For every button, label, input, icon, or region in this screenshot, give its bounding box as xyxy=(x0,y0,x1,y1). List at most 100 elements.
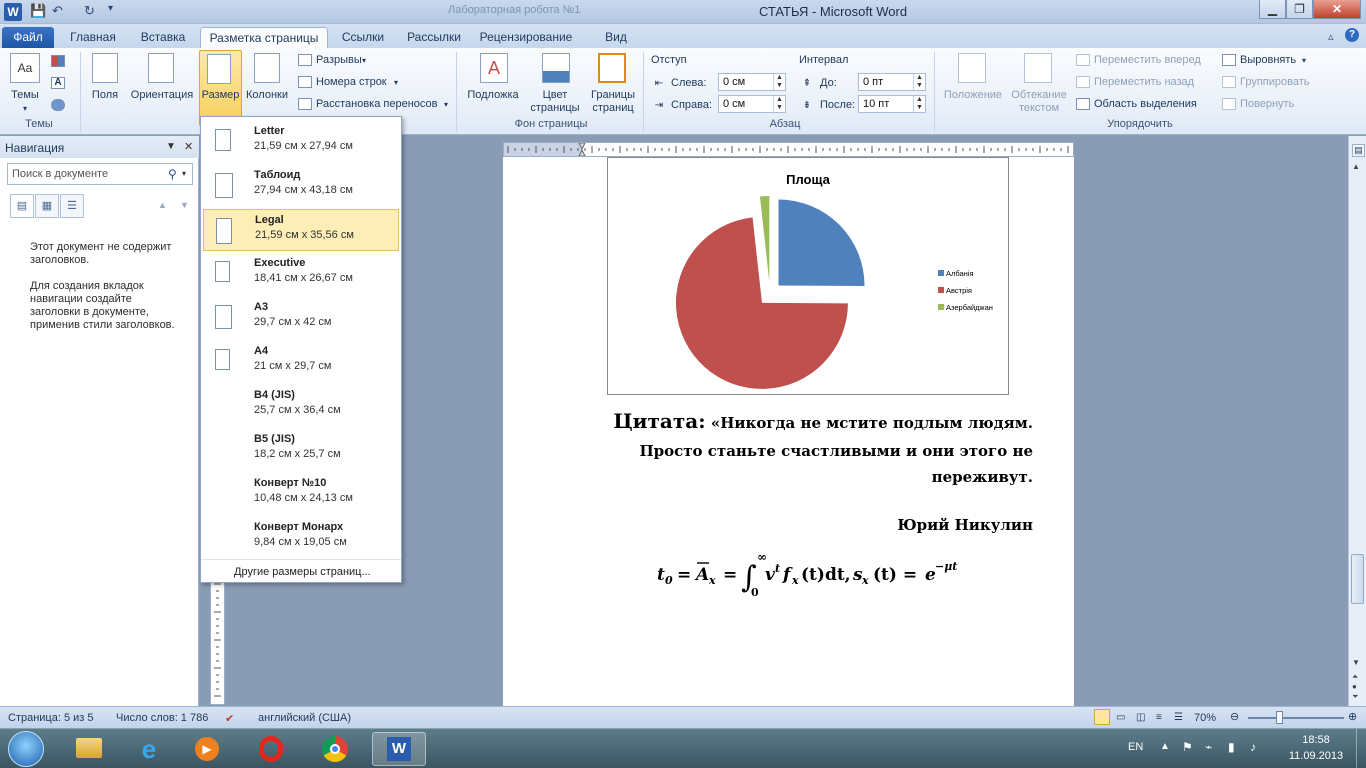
scroll-down-icon[interactable]: ▼ xyxy=(1352,658,1360,667)
tab-insert[interactable]: Вставка xyxy=(132,27,194,48)
zoom-out-icon[interactable]: ⊖ xyxy=(1230,710,1239,723)
customize-qat-icon[interactable]: ▾ xyxy=(108,3,113,21)
horizontal-ruler[interactable] xyxy=(503,142,1074,157)
next-heading-icon[interactable]: ▼ xyxy=(180,200,189,210)
network-icon[interactable]: ▮ xyxy=(1228,740,1235,754)
clock-time[interactable]: 18:58 xyxy=(1290,734,1342,746)
margins-button[interactable]: Поля xyxy=(84,89,126,102)
scroll-up-icon[interactable]: ▲ xyxy=(1352,162,1360,171)
selection-pane-icon[interactable] xyxy=(1076,98,1090,110)
tab-file[interactable]: Файл xyxy=(2,27,54,48)
minimize-button[interactable]: ▁ xyxy=(1259,0,1286,19)
tab-review[interactable]: Рецензирование xyxy=(476,27,576,48)
explorer-taskbar-icon[interactable] xyxy=(62,732,116,766)
proofing-icon[interactable]: ✔ xyxy=(225,712,234,725)
pie-slice[interactable] xyxy=(759,196,770,283)
usb-device-icon[interactable]: ⌁ xyxy=(1205,740,1212,754)
spinner-arrows-icon[interactable]: ▲ ▼ xyxy=(913,96,925,112)
print-layout-icon[interactable] xyxy=(1094,709,1110,725)
pages-tab-icon[interactable]: ▦ xyxy=(35,194,59,218)
formula[interactable]: t0 = Ax = ∫ ∞ 0 vt fx (t)dt, sx (t) = e … xyxy=(653,543,973,601)
breaks-button[interactable]: Разрывы xyxy=(316,54,362,67)
spinner-arrows-icon[interactable]: ▲ ▼ xyxy=(913,74,925,90)
search-input[interactable]: Поиск в документе xyxy=(7,163,193,185)
hyphenation-dropdown-icon[interactable]: ▾ xyxy=(444,98,448,111)
help-icon[interactable]: ? xyxy=(1345,28,1359,42)
columns-button[interactable]: Колонки xyxy=(242,89,292,102)
selection-pane-button[interactable]: Область выделения xyxy=(1094,98,1197,111)
page-borders-button-line1[interactable]: Границы xyxy=(586,89,640,102)
quote-line-1[interactable]: Цитата: «Никогда не мстите подлым людям. xyxy=(603,409,1033,433)
page-size-item[interactable]: Executive 18,41 см x 26,67 см xyxy=(203,253,399,295)
search-icon[interactable]: ⚲ xyxy=(168,167,177,181)
hyphenation-button[interactable]: Расстановка переносов xyxy=(316,98,437,111)
page-size-item[interactable]: Legal 21,59 см x 35,56 см xyxy=(203,209,399,251)
media-player-taskbar-icon[interactable]: ▶ xyxy=(180,732,234,766)
tab-references[interactable]: Ссылки xyxy=(334,27,392,48)
page-size-item[interactable]: A3 29,7 см x 42 см xyxy=(203,297,399,339)
full-screen-icon[interactable]: ▭ xyxy=(1116,712,1125,723)
tab-home[interactable]: Главная xyxy=(62,27,124,48)
word-logo-icon[interactable]: W xyxy=(4,3,22,21)
line-numbers-button[interactable]: Номера строк xyxy=(316,76,387,89)
clock-date[interactable]: 11.09.2013 xyxy=(1282,750,1350,762)
quote-author[interactable]: Юрий Никулин xyxy=(603,516,1033,534)
tab-mailings[interactable]: Рассылки xyxy=(400,27,468,48)
breaks-icon[interactable] xyxy=(298,54,312,66)
themes-dropdown-icon[interactable]: ▾ xyxy=(18,102,32,115)
watermark-button[interactable]: Подложка xyxy=(462,89,524,102)
hyphenation-icon[interactable] xyxy=(298,98,312,110)
chart[interactable]: Площа Албанія Австрія Азербайджан xyxy=(607,157,1009,395)
browse-object-icon[interactable]: ● xyxy=(1352,682,1357,691)
redo-icon[interactable]: ↻ xyxy=(84,3,95,21)
page-count[interactable]: Страница: 5 из 5 xyxy=(8,712,94,724)
quote-line-3[interactable]: переживут. xyxy=(603,468,1033,486)
zoom-slider-track[interactable] xyxy=(1248,717,1344,719)
show-hidden-icons-icon[interactable]: ▲ xyxy=(1160,741,1170,752)
size-icon[interactable] xyxy=(207,54,231,84)
show-desktop-button[interactable] xyxy=(1356,729,1366,768)
word-count[interactable]: Число слов: 1 786 xyxy=(116,712,208,724)
previous-page-icon[interactable]: ⏶ xyxy=(1352,672,1358,682)
watermark-icon[interactable]: A xyxy=(480,53,508,83)
columns-icon[interactable] xyxy=(254,53,280,83)
orientation-button[interactable]: Ориентация xyxy=(126,89,198,102)
zoom-level[interactable]: 70% xyxy=(1194,712,1216,724)
pane-close-icon[interactable]: ✕ xyxy=(184,140,193,153)
orientation-icon[interactable] xyxy=(148,53,174,83)
page-size-item[interactable]: Таблоид 27,94 см x 43,18 см xyxy=(203,165,399,207)
web-layout-icon[interactable]: ◫ xyxy=(1136,712,1145,723)
ruler-toggle-icon[interactable]: ▤ xyxy=(1352,144,1365,157)
action-center-icon[interactable]: ⚑ xyxy=(1182,740,1193,754)
page-size-item[interactable]: Конверт №10 10,48 см x 24,13 см xyxy=(203,473,399,515)
chrome-taskbar-icon[interactable] xyxy=(308,732,362,766)
close-button[interactable]: ✕ xyxy=(1313,0,1361,19)
draft-view-icon[interactable]: ☰ xyxy=(1174,712,1183,723)
tab-page-layout[interactable]: Разметка страницы xyxy=(200,27,328,48)
maximize-button[interactable]: ❐ xyxy=(1286,0,1313,19)
theme-colors-icon[interactable] xyxy=(51,55,65,67)
save-icon[interactable]: 💾 xyxy=(30,3,46,21)
page-color-icon[interactable] xyxy=(542,53,570,83)
ribbon-minimize-icon[interactable]: ▵ xyxy=(1328,30,1334,43)
page-size-item[interactable]: B4 (JIS) 25,7 см x 36,4 см xyxy=(203,385,399,427)
page-size-item[interactable]: Конверт Монарх 9,84 см x 19,05 см xyxy=(203,517,399,559)
page-size-item[interactable]: B5 (JIS) 18,2 см x 25,7 см xyxy=(203,429,399,471)
zoom-in-icon[interactable]: ⊕ xyxy=(1348,710,1357,723)
vertical-scrollbar[interactable]: ▤ ▲ ▼ ⏶ ● ⏷ xyxy=(1348,136,1366,706)
spinner-arrows-icon[interactable]: ▲ ▼ xyxy=(773,74,785,90)
indent-right-input[interactable]: 0 см ▲ ▼ xyxy=(718,95,786,113)
theme-fonts-icon[interactable]: A xyxy=(51,77,65,89)
zoom-slider-thumb[interactable] xyxy=(1276,711,1283,724)
opera-taskbar-icon[interactable] xyxy=(244,732,298,766)
pane-options-icon[interactable]: ▼ xyxy=(166,141,176,152)
more-page-sizes-item[interactable]: Другие размеры страниц... xyxy=(234,566,371,578)
word-taskbar-icon[interactable]: W xyxy=(372,732,426,766)
undo-icon[interactable]: ↶ xyxy=(52,3,63,21)
breaks-dropdown-icon[interactable]: ▾ xyxy=(362,54,366,67)
page-borders-icon[interactable] xyxy=(598,53,626,83)
page-color-button-line1[interactable]: Цвет xyxy=(526,89,584,102)
align-icon[interactable] xyxy=(1222,54,1236,66)
theme-effects-icon[interactable] xyxy=(51,99,65,111)
indent-left-input[interactable]: 0 см ▲ ▼ xyxy=(718,73,786,91)
